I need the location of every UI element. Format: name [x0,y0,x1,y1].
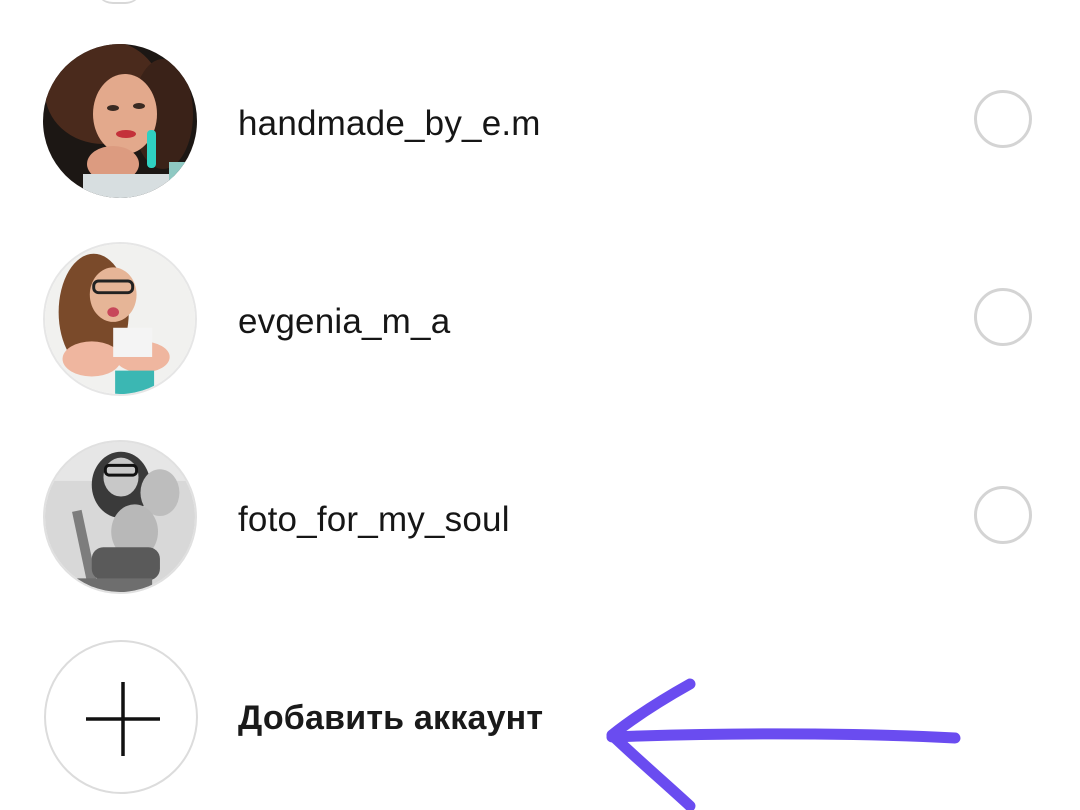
account-switcher-list: handmade_by_e.m evgenia_m_a foto_for_my_… [0,0,1080,810]
account-radio-button[interactable] [974,90,1032,148]
avatar [43,242,197,396]
plus-icon [86,682,160,756]
avatar [43,44,197,198]
account-row-foto-for-my-soul[interactable]: foto_for_my_soul [0,434,1080,604]
account-row-handmade-by-e-m[interactable]: handmade_by_e.m [0,38,1080,208]
profile-photo-light-background [45,244,195,394]
add-account-label: Добавить аккаунт [238,699,544,737]
profile-photo-dark-background [43,44,197,198]
account-row-evgenia-m-a[interactable]: evgenia_m_a [0,236,1080,406]
avatar [43,440,197,594]
account-username: evgenia_m_a [238,302,451,341]
account-radio-button[interactable] [974,288,1032,346]
account-username: foto_for_my_soul [238,500,510,539]
add-account-row[interactable]: Добавить аккаунт [0,632,1080,802]
account-username: handmade_by_e.m [238,104,541,143]
account-radio-button[interactable] [974,486,1032,544]
profile-photo-grayscale [45,442,195,592]
add-account-icon-circle [44,640,198,794]
